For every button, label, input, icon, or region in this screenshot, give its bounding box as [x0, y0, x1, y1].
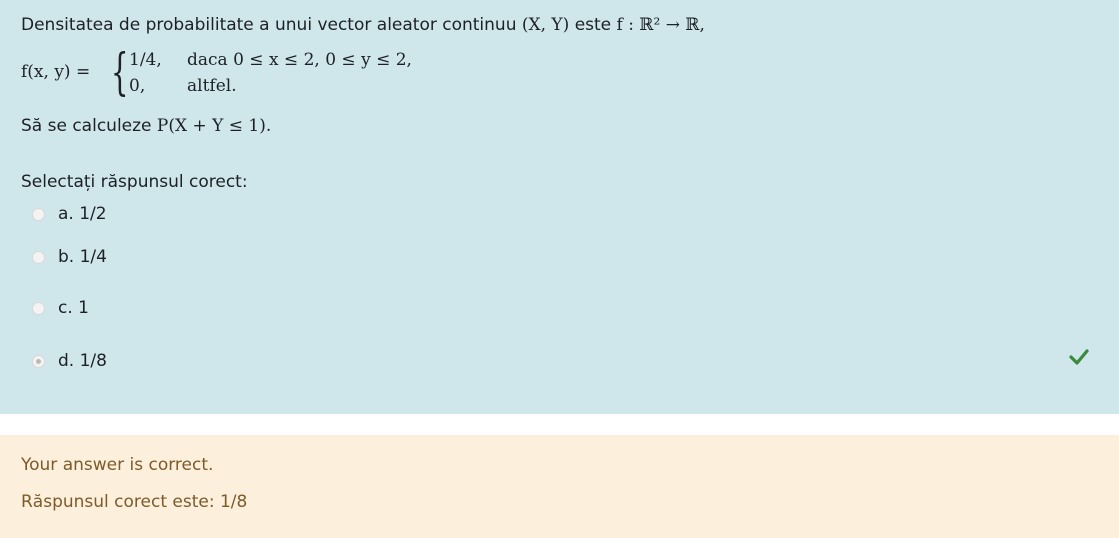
feedback-status: Your answer is correct.: [21, 455, 214, 475]
radio-button[interactable]: [32, 207, 45, 221]
formula-case-2: 0, altfel.: [129, 76, 237, 96]
math-function: f : ℝ² → ℝ,: [616, 15, 705, 35]
formula-case-1: 1/4, daca 0 ≤ x ≤ 2, 0 ≤ y ≤ 2,: [129, 50, 412, 70]
option-c[interactable]: c. 1: [32, 295, 89, 321]
option-a[interactable]: a. 1/2: [32, 201, 107, 227]
radio-button[interactable]: [32, 301, 45, 315]
feedback-panel: Your answer is correct. Răspunsul corect…: [0, 435, 1119, 538]
answer-prompt: Selectați răspunsul corect:: [21, 172, 248, 192]
radio-button[interactable]: [32, 250, 45, 264]
math-vector: (X, Y): [521, 15, 570, 35]
formula-lhs: f(x, y) =: [21, 62, 91, 82]
feedback-correct-answer: Răspunsul corect este: 1/8: [21, 492, 248, 512]
left-brace-icon: {: [111, 43, 129, 101]
question-intro: Densitatea de probabilitate a unui vecto…: [21, 15, 705, 35]
checkmark-icon: [1069, 349, 1089, 365]
question-panel: Densitatea de probabilitate a unui vecto…: [0, 0, 1119, 414]
math-probability: P(X + Y ≤ 1).: [156, 116, 272, 136]
option-d[interactable]: d. 1/8: [32, 348, 107, 374]
question-ask: Să se calculeze P(X + Y ≤ 1).: [21, 116, 272, 136]
radio-button-selected[interactable]: [32, 354, 45, 368]
option-b[interactable]: b. 1/4: [32, 244, 107, 270]
